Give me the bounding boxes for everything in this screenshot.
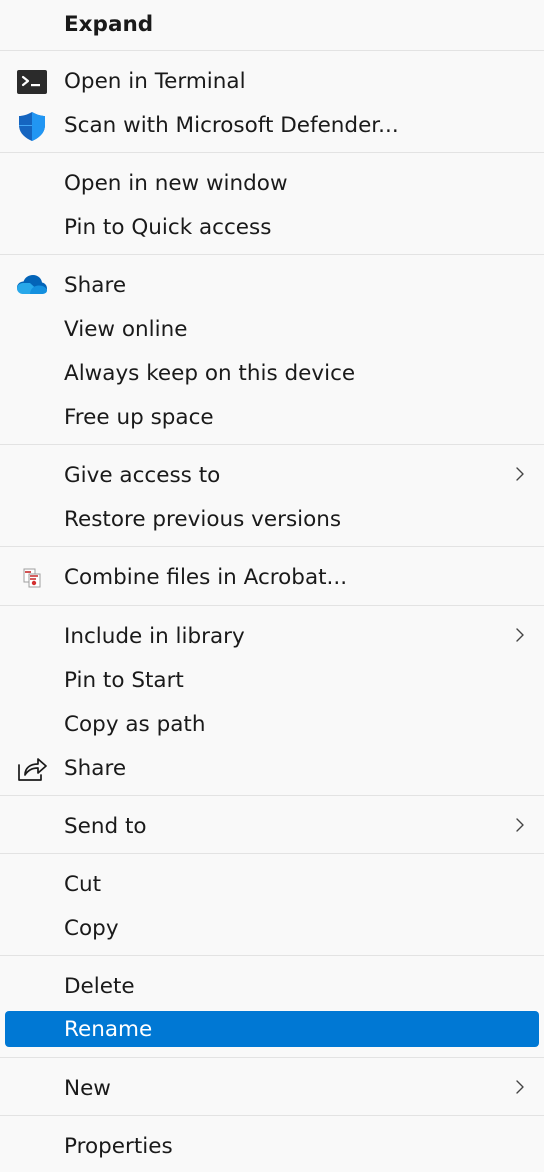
menu-separator [0,546,544,547]
menu-item-label: Copy as path [64,712,206,737]
menu-separator [0,1115,544,1116]
menu-separator [0,254,544,255]
menu-item-view-online[interactable]: View online [0,312,544,348]
onedrive-cloud-icon [17,275,47,294]
chevron-right-icon [516,818,524,832]
menu-separator [0,1057,544,1058]
menu-item-label: Cut [64,872,102,897]
menu-item-label: Open in Terminal [64,69,246,94]
menu-item-include-library[interactable]: Include in library [0,619,544,655]
chevron-right-icon [516,628,524,642]
menu-separator [0,853,544,854]
menu-item-cut[interactable]: Cut [0,867,544,903]
menu-item-send-to[interactable]: Send to [0,809,544,845]
menu-item-label: Share [64,273,127,298]
menu-item-label: New [64,1076,111,1101]
menu-item-label: Restore previous versions [64,507,342,532]
menu-item-label: Always keep on this device [64,361,356,386]
menu-item-label: Expand [64,12,154,37]
menu-item-give-access[interactable]: Give access to [0,458,544,494]
acrobat-combine-icon [23,568,41,588]
menu-item-open-terminal[interactable]: Open in Terminal [0,64,544,100]
menu-item-scan-defender[interactable]: Scan with Microsoft Defender... [0,108,544,144]
menu-item-always-keep[interactable]: Always keep on this device [0,356,544,392]
menu-item-label: View online [64,317,188,342]
menu-item-label: Combine files in Acrobat... [64,565,348,590]
chevron-right-icon [516,1080,524,1094]
menu-item-copy-path[interactable]: Copy as path [0,707,544,743]
menu-item-rename[interactable]: Rename [5,1011,539,1047]
menu-item-label: Pin to Quick access [64,215,272,240]
menu-item-delete[interactable]: Delete [0,969,544,1005]
menu-item-open-new-window[interactable]: Open in new window [0,166,544,202]
menu-item-label: Delete [64,974,135,999]
context-menu: Expand Open in Terminal Scan with Micros… [0,0,544,1172]
menu-item-label: Open in new window [64,171,288,196]
menu-item-label: Scan with Microsoft Defender... [64,113,399,138]
menu-separator [0,444,544,445]
menu-separator [0,795,544,796]
menu-item-free-up-space[interactable]: Free up space [0,400,544,436]
menu-item-label: Rename [64,1017,153,1042]
menu-item-label: Copy [64,916,119,941]
share-icon [18,758,47,781]
menu-item-label: Include in library [64,624,245,649]
menu-item-properties[interactable]: Properties [0,1129,544,1165]
menu-item-label: Pin to Start [64,668,184,693]
menu-item-onedrive-share[interactable]: Share [0,268,544,304]
menu-item-label: Send to [64,814,147,839]
chevron-right-icon [516,467,524,481]
menu-separator [0,955,544,956]
menu-item-label: Share [64,756,127,781]
menu-item-share[interactable]: Share [0,751,544,787]
menu-item-copy[interactable]: Copy [0,911,544,947]
menu-item-pin-quick-access[interactable]: Pin to Quick access [0,210,544,246]
menu-item-combine-acrobat[interactable]: Combine files in Acrobat... [0,560,544,596]
menu-item-label: Give access to [64,463,221,488]
menu-item-pin-start[interactable]: Pin to Start [0,663,544,699]
menu-separator [0,605,544,606]
terminal-icon [17,70,47,94]
menu-item-restore-versions[interactable]: Restore previous versions [0,502,544,538]
menu-item-label: Free up space [64,405,214,430]
menu-item-label: Properties [64,1134,173,1159]
defender-shield-icon [19,112,45,141]
menu-separator [0,152,544,153]
menu-item-new[interactable]: New [0,1071,544,1107]
menu-item-expand[interactable]: Expand [0,8,544,42]
menu-separator [0,50,544,51]
